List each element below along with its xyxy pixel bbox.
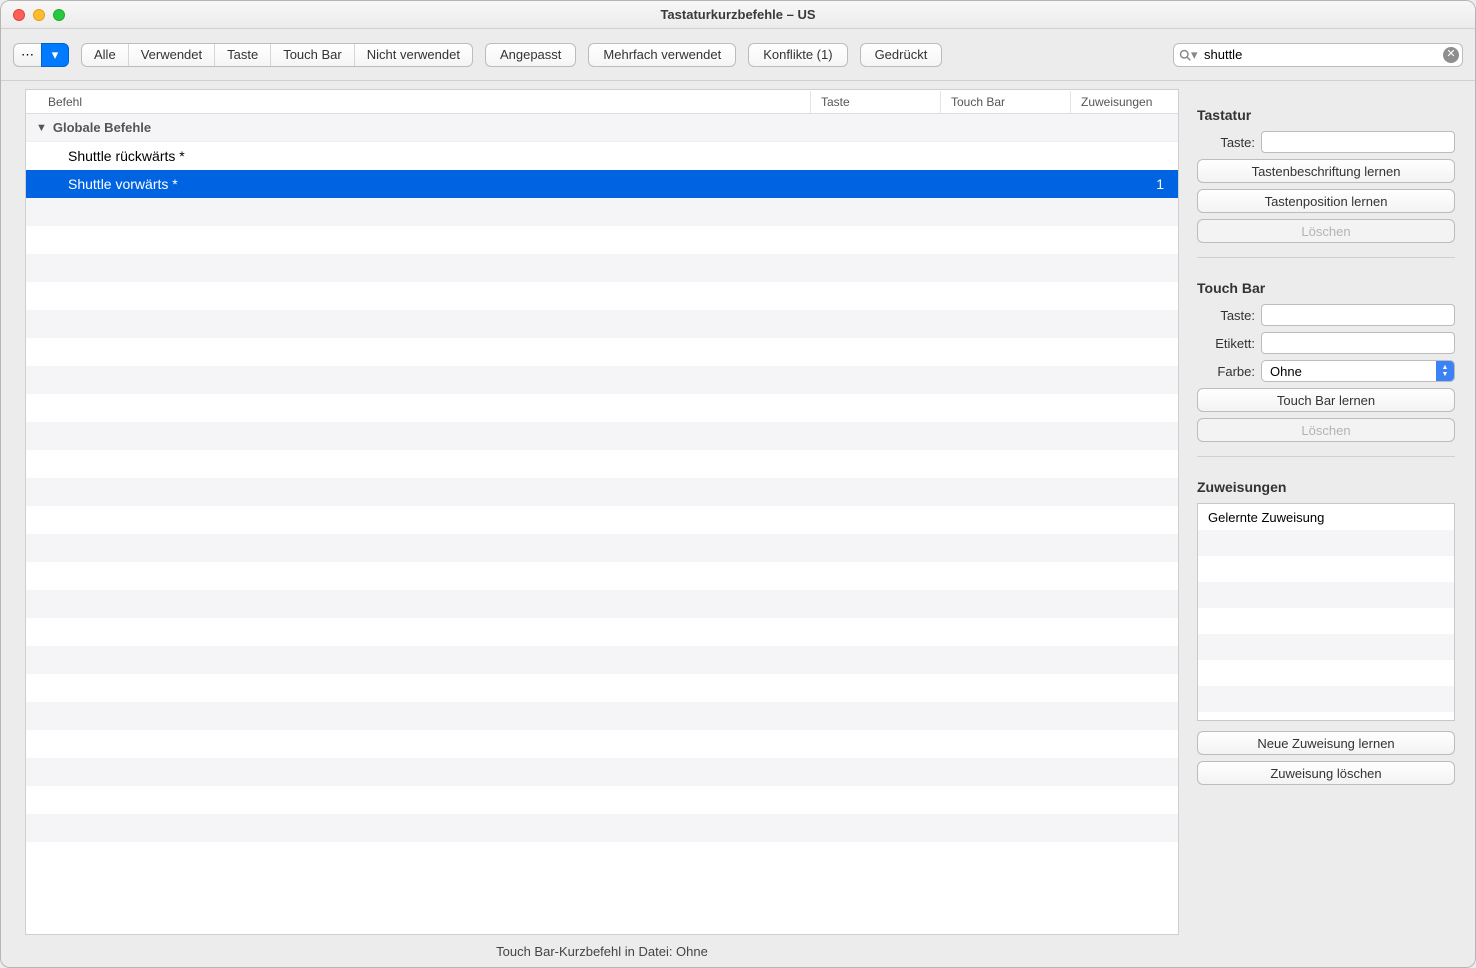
table-row-empty — [26, 786, 1178, 814]
table-row-empty — [26, 198, 1178, 226]
table-row-empty — [26, 590, 1178, 618]
table-row-empty — [26, 730, 1178, 758]
assignment-item-empty — [1198, 634, 1454, 660]
touchbar-farbe-select[interactable]: Ohne — [1261, 360, 1455, 382]
status-bar: Touch Bar-Kurzbefehl in Datei: Ohne — [25, 935, 1179, 967]
command-table: Befehl Taste Touch Bar Zuweisungen ▼ Glo… — [25, 89, 1179, 935]
touchbar-etikett-input[interactable] — [1261, 332, 1455, 354]
traffic-lights — [1, 9, 65, 21]
table-row-empty — [26, 562, 1178, 590]
disclosure-triangle-icon: ▼ — [36, 122, 47, 134]
table-row-empty — [26, 338, 1178, 366]
seg-verwendet[interactable]: Verwendet — [129, 44, 215, 66]
table-row-empty — [26, 506, 1178, 534]
section-assignments-title: Zuweisungen — [1197, 479, 1455, 495]
filter-segmented: Alle Verwendet Taste Touch Bar Nicht ver… — [81, 43, 473, 67]
filter-gedrueckt-button[interactable]: Gedrückt — [860, 43, 943, 67]
cell-befehl: Shuttle rückwärts * — [26, 148, 810, 164]
section-touchbar-title: Touch Bar — [1197, 280, 1455, 296]
chevron-down-icon: ▾ — [52, 47, 59, 63]
table-row-empty — [26, 450, 1178, 478]
table-row-empty — [26, 646, 1178, 674]
search-field-wrap: ▾ ✕ — [1173, 43, 1463, 67]
main-pane: Befehl Taste Touch Bar Zuweisungen ▼ Glo… — [1, 81, 1179, 967]
th-touchbar[interactable]: Touch Bar — [940, 91, 1070, 113]
search-icon: ▾ — [1179, 47, 1198, 63]
table-row[interactable]: Shuttle rückwärts * — [26, 142, 1178, 170]
table-row-empty — [26, 366, 1178, 394]
window-title: Tastaturkurzbefehle – US — [1, 7, 1475, 22]
assignments-list[interactable]: Gelernte Zuweisung — [1197, 503, 1455, 721]
minimize-window-button[interactable] — [33, 9, 45, 21]
touchbar-delete-button: Löschen — [1197, 418, 1455, 442]
table-row-empty — [26, 534, 1178, 562]
new-assignment-button[interactable]: Neue Zuweisung lernen — [1197, 731, 1455, 755]
content: Befehl Taste Touch Bar Zuweisungen ▼ Glo… — [1, 81, 1475, 967]
th-taste[interactable]: Taste — [810, 91, 940, 113]
table-row-empty — [26, 674, 1178, 702]
cell-zuweisungen: 1 — [1070, 176, 1178, 192]
clear-search-button[interactable]: ✕ — [1443, 47, 1459, 63]
table-row-empty — [26, 254, 1178, 282]
table-row-empty — [26, 702, 1178, 730]
keyboard-delete-button: Löschen — [1197, 219, 1455, 243]
assignment-item-empty — [1198, 556, 1454, 582]
assignment-item[interactable]: Gelernte Zuweisung — [1198, 504, 1454, 530]
divider — [1197, 257, 1455, 258]
seg-taste[interactable]: Taste — [215, 44, 271, 66]
section-keyboard-title: Tastatur — [1197, 107, 1455, 123]
table-row-empty — [26, 226, 1178, 254]
table-row[interactable]: Shuttle vorwärts * 1 — [26, 170, 1178, 198]
assignment-item-empty — [1198, 608, 1454, 634]
close-window-button[interactable] — [13, 9, 25, 21]
th-befehl[interactable]: Befehl — [26, 91, 810, 113]
titlebar: Tastaturkurzbefehle – US — [1, 1, 1475, 29]
delete-assignment-button[interactable]: Zuweisung löschen — [1197, 761, 1455, 785]
search-input[interactable] — [1173, 43, 1463, 67]
table-row-empty — [26, 758, 1178, 786]
group-row[interactable]: ▼ Globale Befehle — [26, 114, 1178, 142]
table-row-empty — [26, 422, 1178, 450]
filter-konflikte-button[interactable]: Konflikte (1) — [748, 43, 847, 67]
learn-touchbar-button[interactable]: Touch Bar lernen — [1197, 388, 1455, 412]
filter-angepasst-button[interactable]: Angepasst — [485, 43, 576, 67]
seg-nicht-verwendet[interactable]: Nicht verwendet — [355, 44, 472, 66]
cell-befehl: Shuttle vorwärts * — [26, 176, 810, 192]
table-body: ▼ Globale Befehle Shuttle rückwärts * Shu… — [26, 114, 1178, 934]
table-row-empty — [26, 478, 1178, 506]
assignment-item-empty — [1198, 660, 1454, 686]
touchbar-etikett-label: Etikett: — [1197, 336, 1255, 351]
filter-mehrfach-button[interactable]: Mehrfach verwendet — [588, 43, 736, 67]
group-label: Globale Befehle — [53, 120, 151, 135]
toolbar: ⋯ ▾ Alle Verwendet Taste Touch Bar Nicht… — [1, 29, 1475, 81]
seg-alle[interactable]: Alle — [82, 44, 129, 66]
th-zuweisungen[interactable]: Zuweisungen — [1070, 91, 1178, 113]
touchbar-taste-input[interactable] — [1261, 304, 1455, 326]
table-row-empty — [26, 814, 1178, 842]
learn-key-position-button[interactable]: Tastenposition lernen — [1197, 189, 1455, 213]
overflow-menu-button[interactable]: ⋯ — [13, 43, 41, 67]
window: Tastaturkurzbefehle – US ⋯ ▾ Alle Verwen… — [0, 0, 1476, 968]
ellipsis-icon: ⋯ — [21, 47, 34, 63]
close-icon: ✕ — [1446, 49, 1455, 60]
dropdown-button[interactable]: ▾ — [41, 43, 69, 67]
learn-key-label-button[interactable]: Tastenbeschriftung lernen — [1197, 159, 1455, 183]
zoom-window-button[interactable] — [53, 9, 65, 21]
touchbar-taste-label: Taste: — [1197, 308, 1255, 323]
divider — [1197, 456, 1455, 457]
assignment-item-empty — [1198, 686, 1454, 712]
keyboard-taste-input[interactable] — [1261, 131, 1455, 153]
table-row-empty — [26, 282, 1178, 310]
keyboard-taste-label: Taste: — [1197, 135, 1255, 150]
assignment-item-empty — [1198, 530, 1454, 556]
view-switch-group: ⋯ ▾ — [13, 43, 69, 67]
table-row-empty — [26, 394, 1178, 422]
table-header: Befehl Taste Touch Bar Zuweisungen — [26, 90, 1178, 114]
table-row-empty — [26, 310, 1178, 338]
seg-touchbar[interactable]: Touch Bar — [271, 44, 355, 66]
assignment-item-empty — [1198, 582, 1454, 608]
table-row-empty — [26, 618, 1178, 646]
touchbar-farbe-label: Farbe: — [1197, 364, 1255, 379]
side-panel: Tastatur Taste: Tastenbeschriftung lerne… — [1179, 81, 1475, 967]
